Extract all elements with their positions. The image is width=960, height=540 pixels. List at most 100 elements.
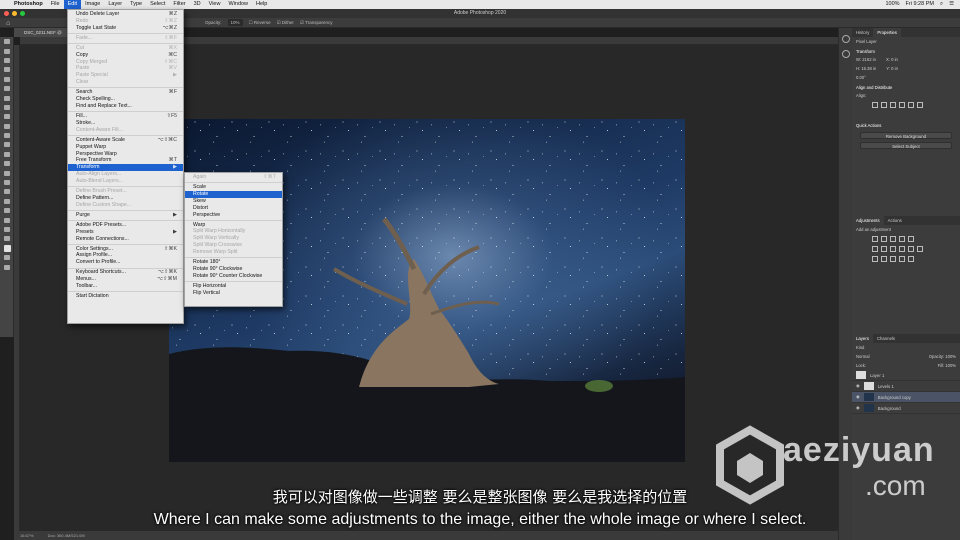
invert-icon[interactable] (872, 256, 878, 262)
height-field[interactable]: H: 16.38 in (856, 66, 876, 71)
align-left-icon[interactable] (872, 102, 878, 108)
doc-info[interactable]: Doc: 360.4M/521.0M (48, 531, 85, 540)
lasso-tool-icon[interactable] (0, 56, 14, 65)
align-top-icon[interactable] (899, 102, 905, 108)
frame-tool-icon[interactable] (0, 84, 14, 93)
color-swatches-icon[interactable] (0, 244, 14, 253)
edit-menu-item-convert-to-profile[interactable]: Convert to Profile... (68, 259, 183, 266)
angle-field[interactable]: 0.00° (852, 73, 960, 82)
transform-menu-item-perspective[interactable]: Perspective (185, 212, 282, 219)
posterize-icon[interactable] (881, 256, 887, 262)
reverse-checkbox[interactable]: ☐ Reverse (249, 18, 271, 28)
transform-menu-item-rotate-180[interactable]: Rotate 180° (185, 259, 282, 266)
transform-menu-item-flip-horizontal[interactable]: Flip Horizontal (185, 283, 282, 290)
layer-row[interactable]: ◉ Background (852, 403, 960, 414)
minimize-window-button[interactable] (12, 11, 17, 16)
screen-mode-icon[interactable] (0, 262, 14, 271)
tab-channels[interactable]: Channels (873, 334, 899, 343)
zoom-window-button[interactable] (20, 11, 25, 16)
battery-status[interactable]: 100% (885, 0, 899, 9)
curves-icon[interactable] (890, 236, 896, 242)
menu-file[interactable]: File (47, 0, 64, 9)
edit-menu-item-find-and-replace-text[interactable]: Find and Replace Text... (68, 103, 183, 110)
menu-image[interactable]: Image (81, 0, 104, 9)
menu-view[interactable]: View (205, 0, 225, 9)
close-window-button[interactable] (4, 11, 9, 16)
eraser-tool-icon[interactable] (0, 140, 14, 149)
eye-icon[interactable]: ◉ (856, 394, 860, 400)
edit-menu-item-puppet-warp[interactable]: Puppet Warp (68, 144, 183, 151)
tab-layers[interactable]: Layers (852, 334, 873, 343)
edit-menu-item-fill[interactable]: Fill... ⇧F5 (68, 113, 183, 120)
edit-menu-item-copy[interactable]: Copy ⌘C (68, 52, 183, 59)
layer-fill[interactable]: Fill: 100% (938, 363, 956, 368)
opacity-input[interactable]: 10% (227, 19, 243, 26)
edit-menu-item-transform[interactable]: Transform ▶ (68, 164, 183, 172)
eye-icon[interactable]: ◉ (856, 383, 860, 389)
clock[interactable]: Fri 9:28 PM (906, 0, 934, 9)
hue-saturation-icon[interactable] (872, 246, 878, 252)
edit-menu-item-presets[interactable]: Presets ▶ (68, 229, 183, 236)
edit-menu-item-search[interactable]: Search ⌘F (68, 89, 183, 96)
edit-menu-item-assign-profile[interactable]: Assign Profile... (68, 252, 183, 259)
search-icon[interactable]: ⌕ (940, 0, 943, 9)
blend-mode-select[interactable]: Normal (856, 354, 870, 359)
brush-tool-icon[interactable] (0, 112, 14, 121)
layer-row[interactable]: Layer 1 (852, 370, 960, 381)
menu-filter[interactable]: Filter (169, 0, 189, 9)
transform-menu-item-warp[interactable]: Warp (185, 222, 282, 229)
transparency-checkbox[interactable]: ☑ Transparency (300, 18, 333, 28)
vibrance-icon[interactable] (908, 236, 914, 242)
menu-window[interactable]: Window (224, 0, 252, 9)
edit-menu-item-start-dictation[interactable]: Start Dictation (68, 293, 183, 300)
menu-list-icon[interactable]: ☰ (949, 0, 954, 9)
clone-stamp-tool-icon[interactable] (0, 122, 14, 131)
brightness-contrast-icon[interactable] (872, 236, 878, 242)
black-white-icon[interactable] (890, 246, 896, 252)
edit-menu-item-check-spelling[interactable]: Check Spelling... (68, 96, 183, 103)
path-select-tool-icon[interactable] (0, 197, 14, 206)
width-field[interactable]: W: 2162 in (856, 57, 876, 62)
edit-menu-item-remote-connections[interactable]: Remote Connections... (68, 236, 183, 243)
blur-tool-icon[interactable] (0, 159, 14, 168)
select-subject-button[interactable]: Select Subject (860, 142, 952, 149)
gradient-map-icon[interactable] (899, 256, 905, 262)
selective-color-icon[interactable] (908, 256, 914, 262)
align-bottom-icon[interactable] (917, 102, 923, 108)
tab-properties[interactable]: Properties (873, 28, 901, 37)
document-tab[interactable]: DSC_0211.NEF @ 16... (14, 28, 70, 44)
dodge-tool-icon[interactable] (0, 168, 14, 177)
menu-layer[interactable]: Layer (104, 0, 126, 9)
edit-menu-item-adobe-pdf-presets[interactable]: Adobe PDF Presets... (68, 222, 183, 229)
quick-select-tool-icon[interactable] (0, 65, 14, 74)
remove-background-button[interactable]: Remove Background (860, 132, 952, 139)
photo-filter-icon[interactable] (899, 246, 905, 252)
menu-edit[interactable]: Edit (63, 0, 82, 9)
edit-menu-item-define-pattern[interactable]: Define Pattern... (68, 195, 183, 202)
x-field[interactable]: X: 0 in (886, 57, 898, 62)
history-brush-tool-icon[interactable] (0, 131, 14, 140)
transform-menu-item-rotate-90-clockwise[interactable]: Rotate 90° Clockwise (185, 266, 282, 273)
edit-menu-item-undo-delete-layer[interactable]: Undo Delete Layer ⌘Z (68, 11, 183, 18)
align-middle-icon[interactable] (908, 102, 914, 108)
edit-menu-item-free-transform[interactable]: Free Transform ⌘T (68, 157, 183, 164)
edit-menu-item-purge[interactable]: Purge ▶ (68, 212, 183, 219)
quick-mask-icon[interactable] (0, 253, 14, 262)
color-balance-icon[interactable] (881, 246, 887, 252)
exposure-icon[interactable] (899, 236, 905, 242)
transform-menu-item-rotate-90-counter-clockwise[interactable]: Rotate 90° Counter Clockwise (185, 273, 282, 280)
eye-icon[interactable]: ◉ (856, 405, 860, 411)
hand-tool-icon[interactable] (0, 215, 14, 224)
shape-tool-icon[interactable] (0, 206, 14, 215)
tab-adjustments[interactable]: Adjustments (852, 216, 884, 225)
channel-mixer-icon[interactable] (908, 246, 914, 252)
edit-menu-item-keyboard-shortcuts[interactable]: Keyboard Shortcuts... ⌥⇧⌘K (68, 269, 183, 276)
layer-opacity[interactable]: Opacity: 100% (929, 354, 956, 359)
tab-actions[interactable]: Actions (884, 216, 906, 225)
zoom-level[interactable]: 16.67% (20, 531, 34, 540)
color-lookup-icon[interactable] (917, 246, 923, 252)
gradient-tool-icon[interactable] (0, 150, 14, 159)
menu-app[interactable]: Photoshop (10, 0, 47, 9)
edit-menu-item-perspective-warp[interactable]: Perspective Warp (68, 151, 183, 158)
align-center-icon[interactable] (881, 102, 887, 108)
